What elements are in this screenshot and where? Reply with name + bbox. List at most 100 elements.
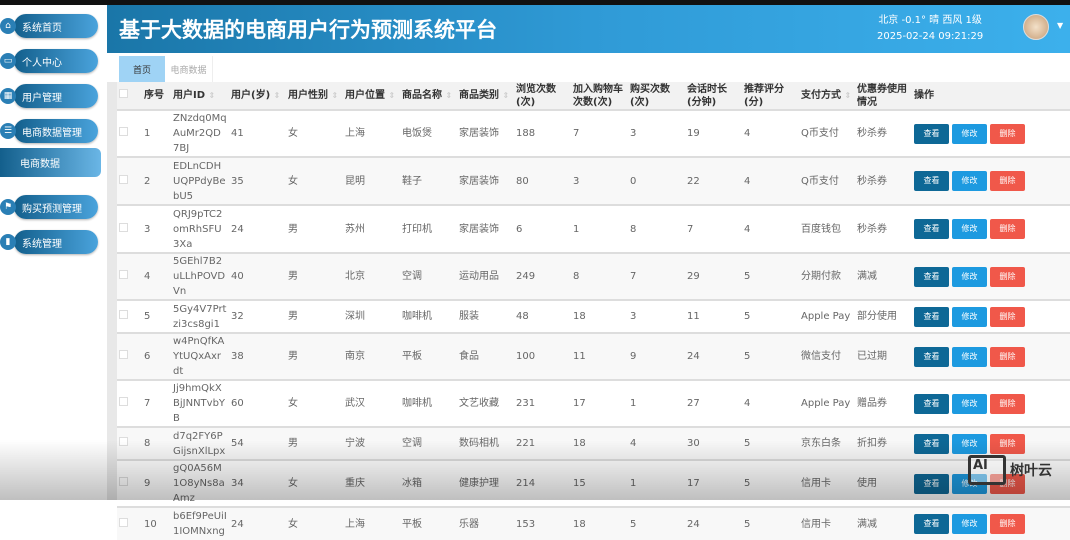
delete-button[interactable]: 删除 [990,346,1025,367]
row-checkbox[interactable] [117,299,142,333]
edit-button[interactable]: 修改 [952,306,987,327]
row-checkbox[interactable] [117,109,142,157]
table-row: 4 5GEhl7B2uLLhPOVDVn 40 男北京 空调 运动用品 249 8 7 29 5 分期… [117,252,1070,300]
table-cell: 3 [571,156,628,205]
table-cell: 5GEhl7B2uLLhPOVDVn [171,252,229,300]
table-cell: 5 [742,426,799,460]
table-cell: 4 [628,426,685,460]
table-cell: 5 [628,506,685,540]
table-cell: 上海 [343,109,400,157]
delete-button[interactable]: 删除 [990,171,1025,191]
table-cell: 8 [628,204,685,253]
table-cell: 0 [628,156,685,205]
row-checkbox[interactable] [117,156,142,205]
table-cell: 4 [742,379,799,427]
row-checkbox[interactable] [117,204,142,253]
table-cell: 221 [514,426,571,460]
tab-home[interactable]: 首页 [119,56,165,82]
weather-text: 北京 -0.1° 晴 西风 1级 [878,15,982,26]
column-header[interactable]: 商品名称 ⇕ [400,82,457,110]
grid-icon: ▦ [0,88,16,104]
delete-button[interactable]: 删除 [990,219,1025,239]
edit-button[interactable]: 修改 [952,433,987,454]
chevron-down-icon[interactable]: ▼ [1057,21,1063,30]
view-button[interactable]: 查看 [914,346,949,367]
column-header[interactable]: 用户性别 ⇕ [286,82,343,110]
view-button[interactable]: 查看 [914,171,949,191]
edit-button[interactable]: 修改 [952,514,987,534]
sort-icon[interactable]: ⇕ [331,91,338,100]
tab-ecommerce-data[interactable]: 电商数据 [165,56,213,82]
sort-icon[interactable]: ⇕ [844,91,851,100]
sort-icon[interactable]: ⇕ [502,91,509,100]
column-header[interactable]: 用户位置 ⇕ [343,82,400,110]
table-cell: 男 [286,252,343,300]
table-cell: 家居装饰 [457,109,514,157]
select-all-checkbox[interactable] [117,82,142,110]
sidebar-item-label: 系统管理 [14,230,98,254]
edit-button[interactable]: 修改 [952,219,987,239]
row-checkbox[interactable] [117,426,142,460]
view-button[interactable]: 查看 [914,393,949,414]
view-button[interactable]: 查看 [914,306,949,327]
column-header[interactable]: 用户ID ⇕ [171,82,229,110]
sort-icon[interactable]: ⇕ [388,91,395,100]
edit-button[interactable]: 修改 [952,346,987,367]
table-cell: QRJ9pTC2omRhSFU3Xa [171,204,229,253]
table-cell: 赠品券 [855,379,912,427]
delete-button[interactable]: 删除 [990,393,1025,414]
table-cell: 6 [142,332,171,380]
edit-button[interactable]: 修改 [952,393,987,414]
delete-button[interactable]: 删除 [990,266,1025,287]
view-button[interactable]: 查看 [914,473,949,494]
view-button[interactable]: 查看 [914,123,949,144]
row-checkbox[interactable] [117,252,142,300]
sidebar-item-users[interactable]: ▦ 用户管理 [0,84,98,108]
view-button[interactable]: 查看 [914,266,949,287]
actions-cell: 查看 修改 删除 [912,332,1070,380]
table-cell: 女 [286,109,343,157]
column-header: 推荐评分(分) [742,82,799,110]
table-cell: EDLnCDHUQPPdyBebU5 [171,156,229,205]
sort-icon[interactable]: ⇕ [445,91,452,100]
edit-button[interactable]: 修改 [952,123,987,144]
delete-button[interactable]: 删除 [990,514,1025,534]
sidebar-item-purchase-prediction[interactable]: ⚑ 购买预测管理 [0,195,98,219]
row-checkbox[interactable] [117,332,142,380]
row-checkbox[interactable] [117,379,142,427]
sidebar-item-ecommerce-data-management[interactable]: ☰ 电商数据管理 [0,119,98,143]
table-cell: w4PnQfKAYtUQxAxrdt [171,332,229,380]
table-cell: 29 [685,252,742,300]
sidebar-item-system[interactable]: ▮ 系统管理 [0,230,98,254]
avatar[interactable] [1023,14,1049,40]
delete-button[interactable]: 删除 [990,123,1025,144]
column-header[interactable]: 商品类别 ⇕ [457,82,514,110]
table-row: 10 b6Ef9PeUiI1IOMNxng 24 女上海 平板 乐器 153 18 5 24 5 信用… [117,506,1070,540]
edit-button[interactable]: 修改 [952,171,987,191]
actions-cell: 查看 修改 删除 [912,506,1070,540]
sidebar-item-home[interactable]: ⌂ 系统首页 [0,14,98,38]
column-header[interactable]: 支付方式 ⇕ [799,82,855,110]
table-cell: ZNzdq0MqAuMr2QD7BJ [171,109,229,157]
sort-icon[interactable]: ⇕ [274,91,281,100]
sidebar-subitem-ecommerce-data[interactable]: 电商数据 [0,148,101,177]
view-button[interactable]: 查看 [914,433,949,454]
sidebar-item-label: 电商数据管理 [14,119,98,143]
table-cell: 电饭煲 [400,109,457,157]
sidebar-item-profile[interactable]: ▭ 个人中心 [0,49,98,73]
edit-button[interactable]: 修改 [952,266,987,287]
table-cell: 3 [628,299,685,333]
view-button[interactable]: 查看 [914,219,949,239]
table-cell: 24 [229,506,286,540]
table-cell: 4 [742,109,799,157]
row-checkbox[interactable] [117,506,142,540]
column-header[interactable]: 用户(岁) ⇕ [229,82,286,110]
sort-icon[interactable]: ⇕ [209,91,216,100]
delete-button[interactable]: 删除 [990,306,1025,327]
table-cell: 40 [229,252,286,300]
sidebar-item-label: 购买预测管理 [14,195,98,219]
view-button[interactable]: 查看 [914,514,949,534]
weather-info: 北京 -0.1° 晴 西风 1级 2025-02-24 09:21:29 [877,13,983,45]
delete-button[interactable]: 删除 [990,433,1025,454]
data-table: 序号 用户ID ⇕ 用户(岁) ⇕ 用户性别 ⇕ 用户位置 ⇕ 商品名称 ⇕ 商品类别 ⇕ 浏… [117,82,1070,540]
